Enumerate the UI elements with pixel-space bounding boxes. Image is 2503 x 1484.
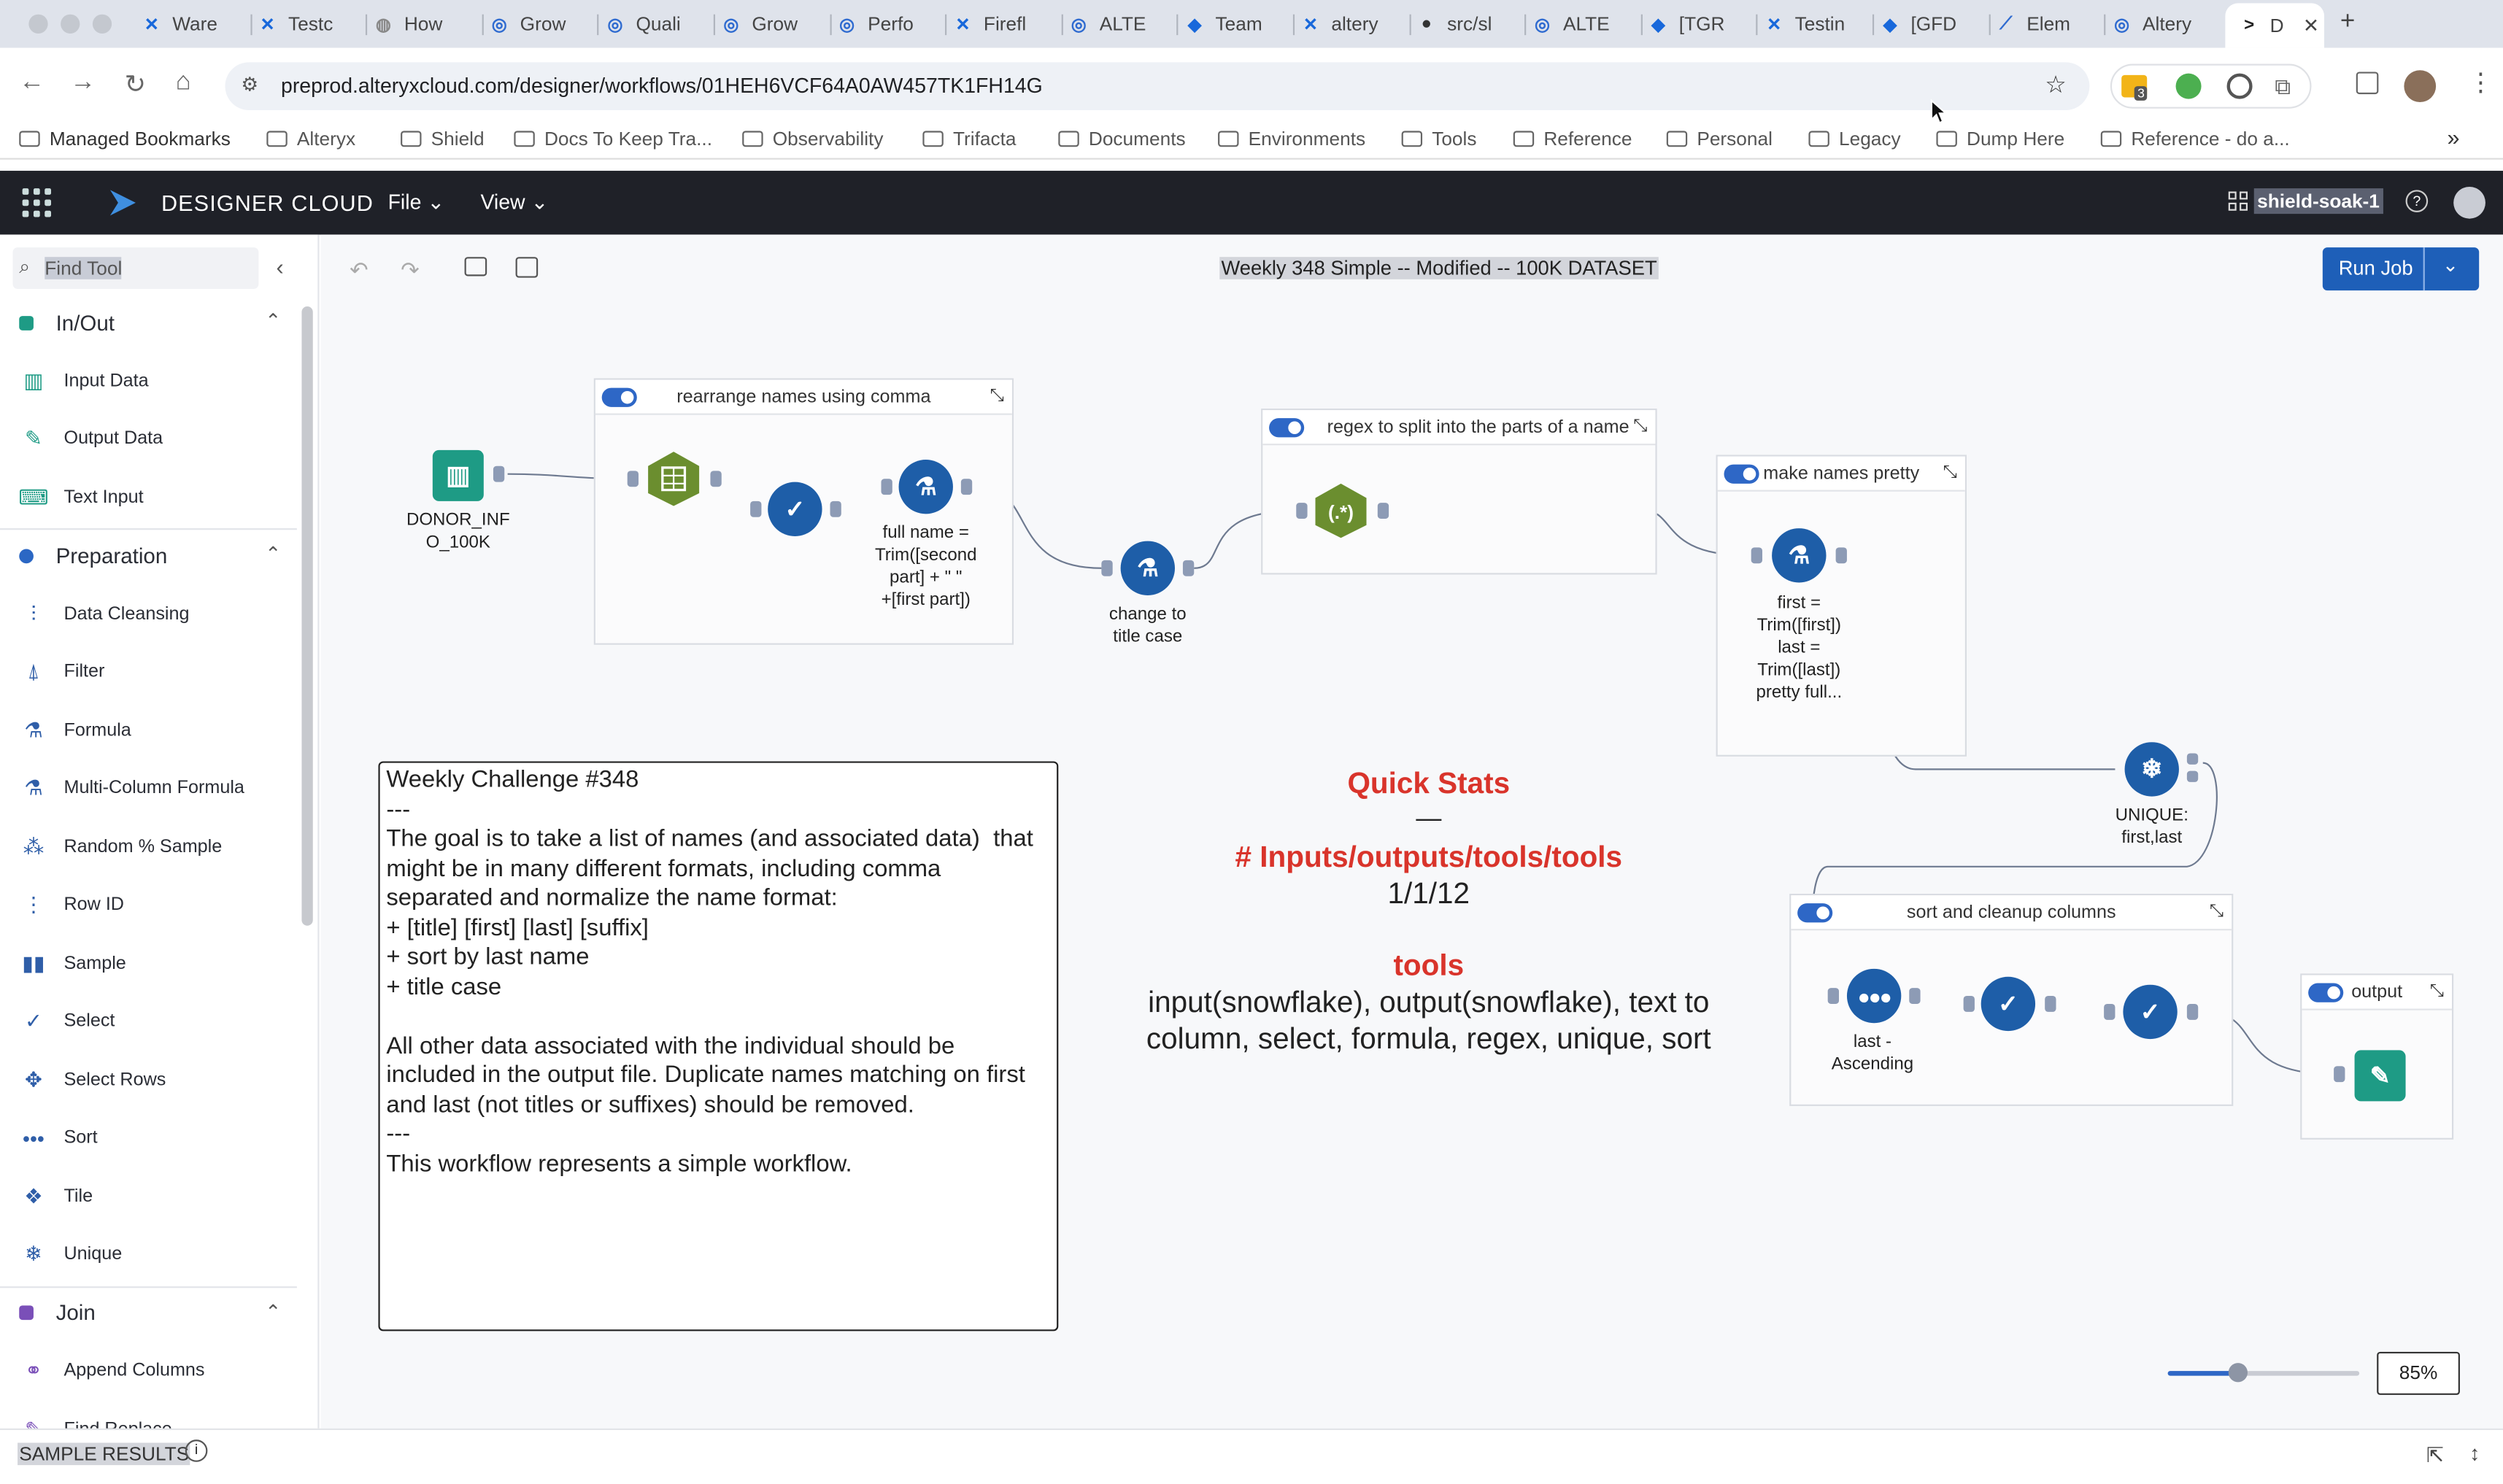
regex-symbol: (.*) xyxy=(1328,501,1354,523)
sort-node[interactable]: ●●● xyxy=(1846,968,1902,1024)
output-anchor[interactable] xyxy=(2186,1003,2199,1020)
formula-node-2[interactable]: ⚗ xyxy=(1772,528,1827,583)
output-anchor[interactable] xyxy=(960,479,973,495)
input-anchor[interactable] xyxy=(1296,503,1308,519)
flask-icon: ⚗ xyxy=(1788,542,1810,570)
titlecase-label: change to title case xyxy=(1108,605,1187,646)
output-anchor[interactable] xyxy=(1835,547,1847,564)
snowflake-icon: ❄ xyxy=(2141,756,2163,784)
workflow-comment[interactable]: Weekly Challenge #348 --- The goal is to… xyxy=(378,761,1059,1332)
formula-2-label: first = Trim([first]) last = Trim([last]… xyxy=(1756,593,1843,703)
input-anchor[interactable] xyxy=(1101,560,1113,576)
output-anchor[interactable] xyxy=(493,465,505,482)
collapse-icon[interactable]: ⤡ xyxy=(2430,981,2444,1002)
stats-dash: — xyxy=(1416,805,1442,833)
output-anchor[interactable] xyxy=(1909,988,1921,1004)
output-anchor[interactable] xyxy=(1377,503,1389,519)
container-toggle[interactable] xyxy=(1724,464,1759,484)
input-anchor[interactable] xyxy=(1963,996,1975,1012)
popout-icon[interactable]: ⇱ xyxy=(2426,1443,2444,1469)
select-node[interactable]: ✓ xyxy=(768,482,822,536)
container-toggle[interactable] xyxy=(601,387,637,407)
unique-label: UNIQUE: first,last xyxy=(2115,805,2188,848)
formula-node-titlecase[interactable]: ⚗ xyxy=(1120,541,1175,595)
checkmark-icon: ✓ xyxy=(2140,999,2161,1027)
sort-label: last - Ascending xyxy=(1831,1032,1914,1075)
output-anchor-duplicate[interactable] xyxy=(2186,770,2199,782)
stats-sub2: tools xyxy=(1393,948,1465,982)
flask-icon: ⚗ xyxy=(1137,555,1159,583)
info-icon[interactable]: i xyxy=(185,1439,208,1462)
output-anchor[interactable] xyxy=(830,501,841,517)
output-anchor[interactable] xyxy=(710,471,722,487)
formula-1-label: full name = Trim([second part] + " " +[f… xyxy=(874,523,977,610)
book-icon: ▥ xyxy=(446,463,471,490)
unique-node[interactable]: ❄ xyxy=(2124,742,2179,797)
flask-icon: ⚗ xyxy=(915,474,937,501)
checkmark-icon: ✓ xyxy=(1998,991,2018,1019)
collapse-icon[interactable]: ⤡ xyxy=(1633,417,1647,437)
connections-layer xyxy=(507,473,2334,1075)
mouse-cursor-icon xyxy=(1930,98,1948,124)
regex-node[interactable]: (.*) xyxy=(1312,482,1370,540)
container-toggle[interactable] xyxy=(1797,903,1833,923)
stats-heading: Quick Stats xyxy=(1347,766,1511,800)
input-anchor[interactable] xyxy=(750,501,762,517)
quick-stats: Quick Stats — # Inputs/outputs/tools/too… xyxy=(1117,766,1740,1056)
select-node-3[interactable]: ✓ xyxy=(2123,984,2178,1040)
input-anchor[interactable] xyxy=(2334,1066,2345,1083)
collapse-icon[interactable]: ⤡ xyxy=(2210,902,2224,922)
zoom-level[interactable]: 85% xyxy=(2377,1351,2460,1395)
sample-results-bar: SAMPLE RESULTS i ⇱ ↕ xyxy=(0,1428,2503,1484)
stats-sub1: # Inputs/outputs/tools/tools xyxy=(1235,839,1623,873)
container-toggle[interactable] xyxy=(1269,418,1305,438)
input-data-node[interactable]: ▥ xyxy=(432,449,484,501)
input-anchor[interactable] xyxy=(881,479,892,495)
resize-icon[interactable]: ↕ xyxy=(2469,1441,2480,1465)
sample-results-label[interactable]: SAMPLE RESULTS xyxy=(18,1442,191,1466)
input-anchor[interactable] xyxy=(1751,547,1762,564)
output-anchor[interactable] xyxy=(1182,560,1195,576)
stats-value1: 1/1/12 xyxy=(1387,876,1470,910)
select-node-2[interactable]: ✓ xyxy=(1981,976,2036,1032)
zoom-slider-track[interactable] xyxy=(2167,1363,2360,1383)
output-data-node[interactable]: ✎ xyxy=(2354,1050,2406,1102)
pencil-icon: ✎ xyxy=(2369,1062,2391,1091)
input-anchor[interactable] xyxy=(1827,988,1839,1004)
collapse-icon[interactable]: ⤡ xyxy=(1943,463,1957,483)
input-anchor[interactable] xyxy=(627,471,639,487)
output-anchor[interactable] xyxy=(2045,996,2056,1012)
input-anchor[interactable] xyxy=(2104,1003,2116,1020)
checkmark-icon: ✓ xyxy=(784,496,806,524)
zoom-slider-thumb[interactable] xyxy=(2228,1363,2248,1383)
container-toggle[interactable] xyxy=(2308,983,2344,1002)
formula-node-1[interactable]: ⚗ xyxy=(898,460,953,514)
sort-dots-icon: ●●● xyxy=(1857,983,1892,1008)
text-to-columns-node[interactable] xyxy=(645,450,703,508)
collapse-icon[interactable]: ⤡ xyxy=(990,386,1004,406)
output-anchor-unique[interactable] xyxy=(2186,753,2199,765)
zoom-slider-fill xyxy=(2167,1371,2238,1376)
stats-tools-list: input(snowflake), output(snowflake), tex… xyxy=(1146,984,1711,1055)
input-node-label: DONOR_INFO_100K xyxy=(406,511,510,552)
